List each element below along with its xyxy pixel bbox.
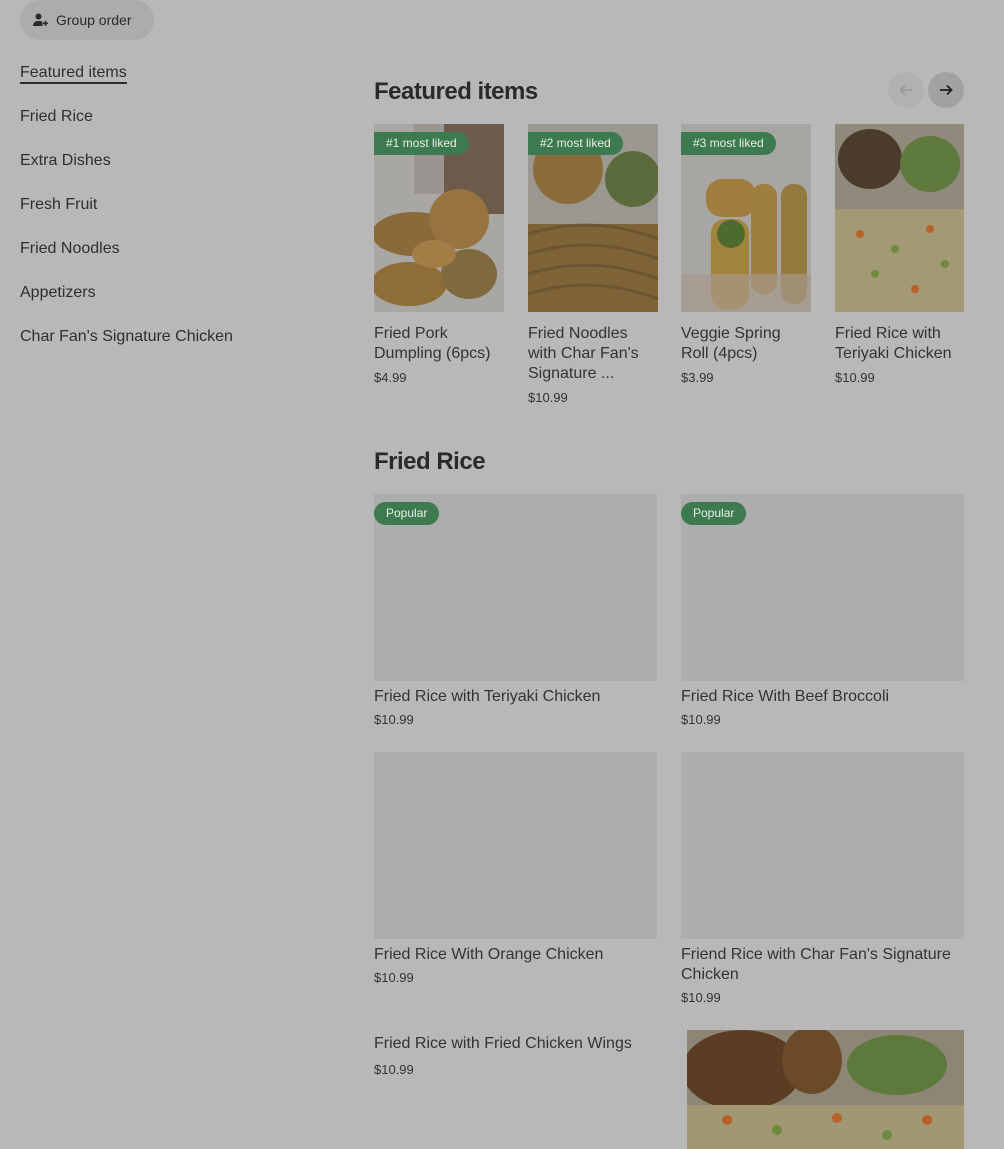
- item-image-placeholder: Popular: [374, 494, 657, 681]
- popular-badge: Popular: [681, 502, 747, 525]
- fried-rice-section-title: Fried Rice: [374, 448, 486, 475]
- item-name: Fried Rice With Beef Broccoli: [681, 688, 890, 705]
- nav-extra-dishes[interactable]: Extra Dishes: [20, 150, 320, 194]
- menu-item-card[interactable]: Fried Rice with Fried Chicken Wings $10.…: [374, 1028, 664, 1077]
- nav-appetizers[interactable]: Appetizers: [20, 282, 320, 326]
- item-price: $10.99: [681, 712, 721, 727]
- menu-item-card[interactable]: Fried Rice With Orange Chicken $10.99: [374, 752, 657, 985]
- item-image-placeholder: [681, 752, 964, 939]
- featured-item-card[interactable]: #3 most liked Veggie Spring Roll (4pcs) …: [681, 124, 811, 385]
- rank-badge: #3 most liked: [681, 132, 776, 155]
- category-nav: Featured items Fried Rice Extra Dishes F…: [20, 62, 320, 370]
- carousel-next-button[interactable]: [928, 72, 964, 108]
- item-price: $10.99: [374, 1062, 414, 1077]
- item-name: Veggie Spring Roll (4pcs): [681, 325, 781, 362]
- item-name: Fried Rice with Teriyaki Chicken: [835, 325, 952, 362]
- featured-item-card[interactable]: #1 most liked Fried Pork Dumpling (6pcs)…: [374, 124, 504, 385]
- item-price: $10.99: [835, 370, 875, 385]
- popular-badge: Popular: [374, 502, 440, 525]
- featured-item-card[interactable]: Fried Rice with Teriyaki Chicken $10.99: [835, 124, 964, 385]
- teriyaki-fried-rice-photo: [835, 124, 964, 312]
- rank-badge: #2 most liked: [528, 132, 623, 155]
- item-name: Fried Noodles with Char Fan's Signature …: [528, 325, 639, 382]
- spring-roll-photo: #3 most liked: [681, 124, 811, 312]
- item-price: $4.99: [374, 370, 407, 385]
- item-price: $3.99: [681, 370, 714, 385]
- nav-signature-chicken[interactable]: Char Fan's Signature Chicken: [20, 326, 320, 370]
- nav-featured-items[interactable]: Featured items: [20, 62, 320, 106]
- item-price: $10.99: [528, 390, 568, 405]
- menu-item-card[interactable]: Friend Rice with Char Fan's Signature Ch…: [681, 752, 964, 1005]
- nav-fresh-fruit[interactable]: Fresh Fruit: [20, 194, 320, 238]
- menu-item-card[interactable]: Popular Fried Rice With Beef Broccoli $1…: [681, 494, 964, 727]
- nav-fried-rice[interactable]: Fried Rice: [20, 106, 320, 150]
- item-name: Fried Rice with Teriyaki Chicken: [374, 688, 601, 705]
- featured-section-title: Featured items: [374, 78, 538, 105]
- person-plus-icon: [33, 13, 48, 26]
- menu-item-card[interactable]: Popular Fried Rice with Teriyaki Chicken…: [374, 494, 657, 727]
- item-name: Fried Pork Dumpling (6pcs): [374, 325, 491, 362]
- dumpling-photo: #1 most liked: [374, 124, 504, 312]
- rank-badge: #1 most liked: [374, 132, 469, 155]
- featured-item-card[interactable]: #2 most liked Fried Noodles with Char Fa…: [528, 124, 658, 405]
- group-order-button[interactable]: Group order: [20, 0, 154, 40]
- arrow-left-icon: [899, 84, 912, 96]
- noodles-photo: #2 most liked: [528, 124, 658, 312]
- item-price: $10.99: [374, 970, 414, 985]
- arrow-right-icon: [940, 84, 953, 96]
- carousel-prev-button[interactable]: [888, 72, 924, 108]
- item-name: Friend Rice with Char Fan's Signature Ch…: [681, 946, 951, 983]
- nav-fried-noodles[interactable]: Fried Noodles: [20, 238, 320, 282]
- group-order-label: Group order: [56, 12, 132, 28]
- item-name: Fried Rice With Orange Chicken: [374, 946, 604, 963]
- item-name: Fried Rice with Fried Chicken Wings: [374, 1035, 632, 1052]
- item-image-placeholder: [374, 752, 657, 939]
- item-price: $10.99: [681, 990, 721, 1005]
- item-image-placeholder: Popular: [681, 494, 964, 681]
- item-price: $10.99: [374, 712, 414, 727]
- chicken-wings-photo[interactable]: [687, 1030, 964, 1149]
